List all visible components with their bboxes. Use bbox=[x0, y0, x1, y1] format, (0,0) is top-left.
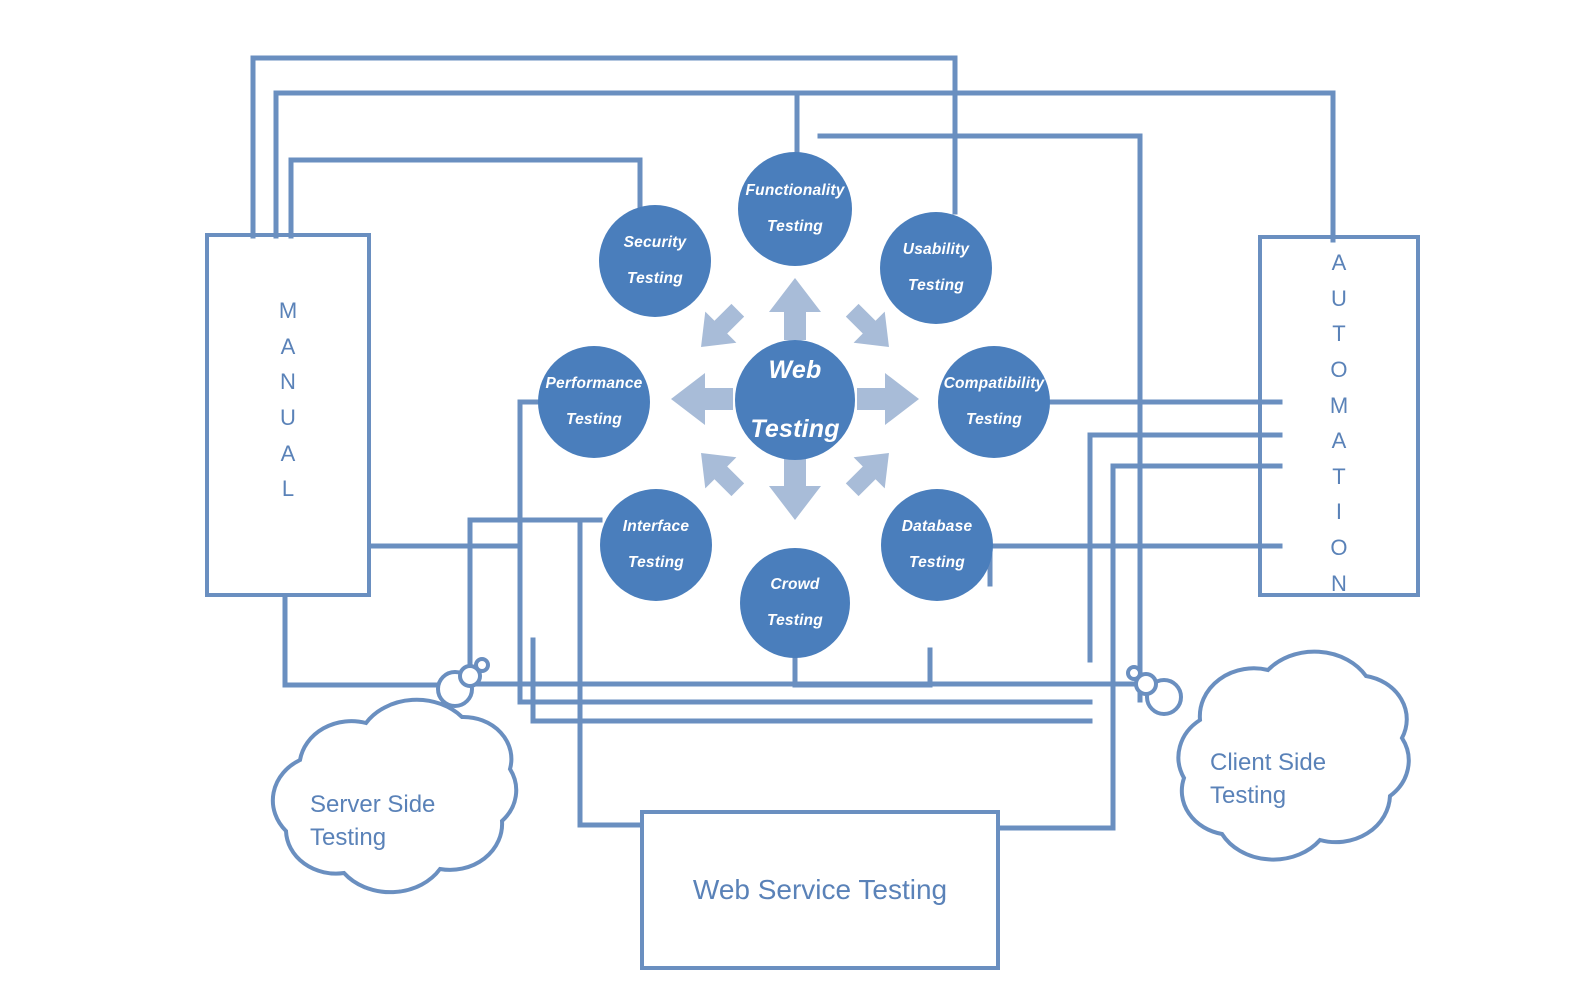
box-web-service-testing[interactable]: Web Service Testing bbox=[640, 810, 1000, 970]
automation-letter-10: N bbox=[1331, 570, 1347, 596]
automation-letter-5: M bbox=[1329, 392, 1349, 418]
box-web-service-testing-label: Web Service Testing bbox=[692, 874, 948, 905]
automation-letter-4: O bbox=[1330, 356, 1348, 382]
manual-letter-5: A bbox=[280, 440, 296, 466]
automation-letter-9: O bbox=[1330, 535, 1348, 560]
box-manual[interactable]: M A N U A L bbox=[205, 233, 371, 597]
node-crowd-testing[interactable]: Crowd Testing bbox=[740, 548, 850, 658]
cloud-label-server-side: Server Side Testing bbox=[310, 791, 436, 852]
automation-letter-6: A bbox=[1331, 428, 1347, 454]
automation-letter-2: U bbox=[1331, 285, 1347, 311]
box-automation[interactable]: A U T O M A T I O N bbox=[1258, 235, 1420, 597]
node-usability-testing-label: Usability Testing bbox=[902, 240, 970, 295]
manual-letter-4: U bbox=[280, 404, 296, 430]
manual-letter-1: M bbox=[278, 298, 298, 323]
manual-letter-6: L bbox=[281, 476, 295, 502]
node-compatibility-testing[interactable]: Compatibility Testing bbox=[938, 346, 1050, 458]
automation-letter-8: I bbox=[1335, 499, 1343, 525]
manual-letter-2: A bbox=[280, 333, 296, 359]
node-security-testing[interactable]: Security Testing bbox=[599, 205, 711, 317]
node-compatibility-testing-label: Compatibility Testing bbox=[943, 374, 1045, 429]
center-node-label: Web Testing bbox=[750, 355, 840, 443]
cloud-label-client-side: Client Side Testing bbox=[1210, 749, 1327, 810]
box-manual-letters: M A N U A L bbox=[279, 293, 297, 593]
center-node-web-testing[interactable]: Web Testing bbox=[735, 340, 855, 460]
node-interface-testing[interactable]: Interface Testing bbox=[600, 489, 712, 601]
automation-letter-7: T bbox=[1332, 463, 1346, 489]
node-database-testing[interactable]: Database Testing bbox=[881, 489, 993, 601]
node-functionality-testing[interactable]: Functionality Testing bbox=[738, 152, 852, 266]
box-automation-letters: A U T O M A T I O N bbox=[1329, 245, 1349, 596]
manual-letter-3: N bbox=[280, 369, 296, 395]
node-functionality-testing-label: Functionality Testing bbox=[745, 181, 845, 236]
node-performance-testing-label: Performance Testing bbox=[545, 374, 643, 429]
node-database-testing-label: Database Testing bbox=[901, 517, 973, 572]
node-security-testing-label: Security Testing bbox=[623, 233, 687, 288]
node-crowd-testing-label: Crowd Testing bbox=[767, 575, 823, 630]
automation-letter-1: A bbox=[1331, 250, 1347, 275]
diagram-canvas: Web Testing Functionality Testing Usabilit… bbox=[0, 0, 1594, 997]
automation-letter-3: T bbox=[1332, 321, 1346, 347]
node-performance-testing[interactable]: Performance Testing bbox=[538, 346, 650, 458]
node-usability-testing[interactable]: Usability Testing bbox=[880, 212, 992, 324]
node-interface-testing-label: Interface Testing bbox=[622, 517, 690, 572]
